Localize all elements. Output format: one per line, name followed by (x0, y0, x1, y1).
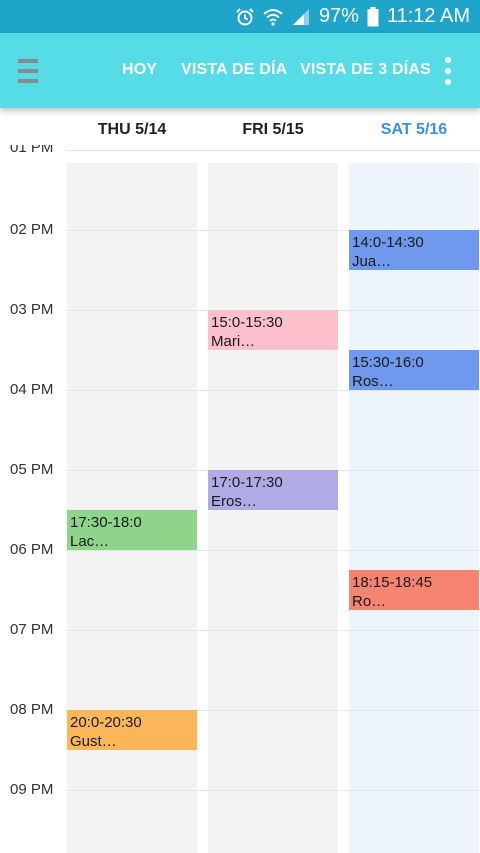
hour-label: 09 PM (10, 781, 54, 798)
event-card[interactable]: 18:15-18:45 Ro… (349, 570, 479, 610)
event-title: Eros… (211, 493, 257, 510)
hour-label: 03 PM (10, 301, 54, 318)
day-header-thu: THU 5/14 (97, 121, 167, 138)
event-title: Ros… (352, 373, 394, 390)
event-card[interactable]: 15:0-15:30 Mari… (208, 310, 338, 350)
event-card[interactable]: 20:0-20:30 Gust… (67, 710, 197, 750)
event-title: Lac… (70, 533, 110, 550)
wifi-icon (263, 8, 283, 26)
event-title: Jua… (352, 253, 392, 270)
day-header-fri: FRI 5/15 (242, 121, 304, 138)
day-view-button[interactable]: VISTA DE DÍA (181, 61, 287, 79)
calendar-grid[interactable]: 01 PM 02 PM 03 PM 04 PM 05 PM 06 PM 07 P… (0, 145, 480, 853)
event-time: 18:15-18:45 (352, 574, 433, 591)
hour-line (66, 790, 480, 791)
event-time: 20:0-20:30 (70, 714, 142, 731)
hour-label: 04 PM (10, 381, 54, 398)
hour-line (66, 550, 480, 551)
hour-label: 08 PM (10, 701, 54, 718)
hour-line (66, 150, 480, 151)
battery-level: 97% (318, 5, 359, 27)
hour-label: 06 PM (10, 541, 54, 558)
battery-icon (367, 6, 379, 26)
event-time: 17:0-17:30 (211, 474, 283, 491)
today-button[interactable]: HOY (122, 61, 157, 79)
event-time: 14:0-14:30 (352, 234, 424, 251)
hamburger-menu-icon[interactable] (18, 59, 38, 83)
event-title: Gust… (70, 733, 117, 750)
event-card[interactable]: 15:30-16:0 Ros… (349, 350, 479, 390)
event-time: 17:30-18:0 (70, 514, 142, 531)
day-header-sat: SAT 5/16 (380, 121, 448, 138)
hour-label: 07 PM (10, 621, 54, 638)
hour-label: 01 PM (10, 145, 54, 156)
event-time: 15:0-15:30 (211, 314, 283, 331)
event-time: 15:30-16:0 (352, 354, 424, 371)
signal-icon (292, 8, 309, 25)
three-day-view-button[interactable]: VISTA DE 3 DÍAS (300, 61, 431, 79)
clock: 11:12 AM (386, 5, 470, 27)
event-title: Mari… (211, 333, 256, 350)
alarm-icon (236, 7, 254, 25)
hour-label: 02 PM (10, 221, 54, 238)
hour-line (66, 390, 480, 391)
hour-label: 05 PM (10, 461, 54, 478)
event-card[interactable]: 14:0-14:30 Jua… (349, 230, 479, 270)
event-card[interactable]: 17:30-18:0 Lac… (67, 510, 197, 550)
event-title: Ro… (352, 593, 387, 610)
event-card[interactable]: 17:0-17:30 Eros… (208, 470, 338, 510)
app-bar: HOY VISTA DE DÍA VISTA DE 3 DÍAS (0, 33, 480, 108)
overflow-menu-icon[interactable] (440, 57, 456, 85)
hour-line (66, 630, 480, 631)
status-bar: 97% 11:12 AM (0, 0, 480, 33)
